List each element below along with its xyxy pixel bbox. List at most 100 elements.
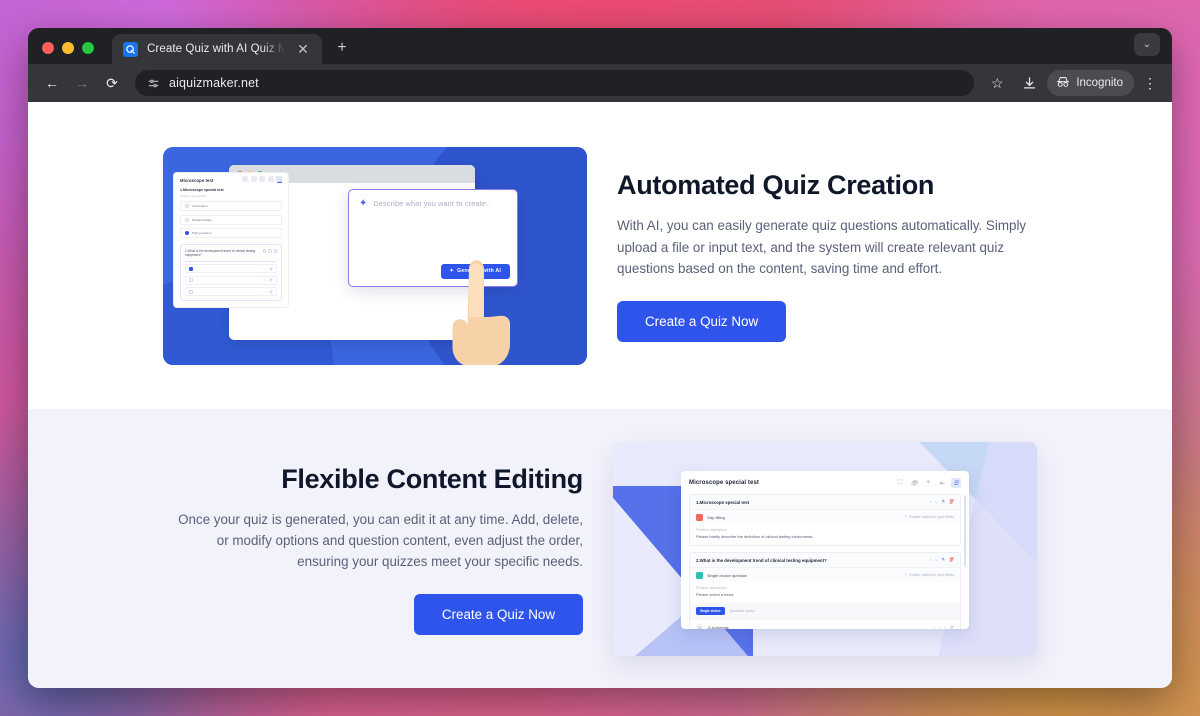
question-card: 1.Microscope special test ^ ˅ ✎ 🗑 Gap fi… [689,494,961,546]
page-content: Microscope test 1.Microscope special tes… [28,102,1172,688]
description-text: Please briefly describe the definition o… [696,534,814,539]
move-up-icon: ^ [933,625,936,629]
options-header-label: Question option [729,609,755,613]
create-quiz-button[interactable]: Create a Quiz Now [413,594,583,636]
expand-icon [242,175,248,182]
download-icon[interactable] [1015,69,1043,97]
multiline-hint: ⓘ Enable multi-line input fields [903,572,954,578]
mockup-editor-panel: Microscope test 1.Microscope special tes… [173,171,289,308]
sparkle-icon: ✦ [359,197,368,209]
minimize-window-button[interactable] [62,42,74,54]
mockup-question-sub: problem description [180,193,207,198]
create-quiz-button[interactable]: Create a Quiz Now [617,300,787,342]
move-up-icon [262,249,266,253]
delete-icon [273,249,277,253]
mockup-option-label: High precision [192,231,212,235]
question-type: Single choice question [707,572,748,578]
illustration-automated-quiz: Microscope test 1.Microscope special tes… [163,146,587,365]
mockup-option-label: Automation [192,204,208,208]
mockup-question-two-card: 2.What is the development trend of clini… [180,244,282,302]
mockup-question-two-actions [262,249,277,258]
mockup-option-row: Automation [180,201,282,211]
copy-flexible-editing: Flexible Content Editing Once your quiz … [163,463,583,636]
ai-prompt-placeholder: Describe what you want to create.. [373,199,491,208]
mockup-option-row: ^ ˅ + 🗑 [185,275,277,285]
new-tab-button[interactable]: + [333,39,351,57]
reload-button[interactable]: ⟳ [98,69,126,97]
move-down-icon: ˅ [938,625,941,629]
options-header: Single choice Question option [690,603,960,619]
mockup-option-row: ^ ˅ + 🗑 [185,287,277,297]
page-title: Flexible Content Editing [281,463,583,494]
toolbar-actions: ☆ Incognito ⋮ [983,69,1162,97]
window-traffic-lights [42,42,94,64]
browser-toolbar: ← → ⟳ aiquizmaker.net ☆ Incognito ⋮ [28,64,1172,102]
option-key-badge: A [696,624,703,629]
chevron-down-icon[interactable]: ⌄ [1134,33,1160,56]
description-label: Problem description [696,528,727,532]
tab-title: Create Quiz with AI Quiz Make [147,43,285,55]
favicon-icon [123,41,138,57]
section-automated-quiz-creation: Microscope test 1.Microscope special tes… [28,102,1172,409]
incognito-label: Incognito [1076,77,1123,89]
quiz-editor-header: Microscope special test ⛶ 👁 + ⇤ ☰ [689,478,961,488]
page-title: Automated Quiz Creation [617,170,935,201]
move-down-icon: ˅ [934,499,938,505]
single-choice-chip: Single choice [696,607,725,615]
row-actions: ^ ˅ + 🗑 [261,289,273,294]
row-actions: ^ ˅ + 🗑 [261,278,273,283]
mockup-editor-title: Microscope test [180,177,214,183]
preview-icon [250,175,257,182]
bookmark-star-icon[interactable]: ☆ [983,69,1011,97]
question-actions: ^ ˅ ✎ 🗑 [929,557,954,563]
scrollbar[interactable] [964,495,966,567]
description-label: Problem description [696,586,727,590]
back-button[interactable]: ← [38,69,66,97]
option-row: A A.Automate ^ ˅ + 🗑 [690,619,960,629]
copy-automated-quiz: Automated Quiz Creation With AI, you can… [617,169,1037,342]
question-card: 2.What is the development trend of clini… [689,552,961,629]
tab-close-icon[interactable]: ✕ [294,40,312,58]
mockup-option-row: High precision [180,228,282,238]
list-icon: ☰ [951,478,961,488]
mockup-option-label: Miniaturization [192,217,212,222]
section-flexible-content-editing: Flexible Content Editing Once your quiz … [28,409,1172,688]
add-icon [259,175,265,182]
move-down-icon: ˅ [934,557,938,563]
delete-icon: 🗑 [948,625,954,629]
checkbox-icon-selected [189,266,193,271]
option-actions: ^ ˅ + 🗑 [933,625,954,629]
checkbox-icon [189,278,193,283]
quiz-editor-toolbar: ⛶ 👁 + ⇤ ☰ [895,478,961,488]
browser-tab[interactable]: Create Quiz with AI Quiz Make ✕ [112,34,322,64]
info-icon: ⓘ [903,514,907,519]
radio-icon-selected [185,231,189,235]
browser-menu-button[interactable]: ⋮ [1138,76,1162,90]
pointing-hand-icon [452,259,510,365]
radio-icon [185,204,189,208]
address-bar-url: aiquizmaker.net [169,76,259,90]
incognito-indicator[interactable]: Incognito [1047,70,1134,96]
preview-icon: 👁 [910,480,918,487]
mockup-question-label: 1.Microscope special test [180,187,224,192]
row-actions: ^ ˅ + 🗑 [261,266,273,271]
mockup-question-two-title: 2.What is the development trend of clini… [185,249,256,258]
close-window-button[interactable] [42,42,54,54]
delete-icon: 🗑 [948,557,954,562]
move-up-icon: ^ [929,499,932,505]
quiz-editor-title: Microscope special test [689,480,759,486]
browser-window: Create Quiz with AI Quiz Make ✕ + ⌄ ← → … [28,28,1172,688]
info-icon: ⓘ [903,572,907,577]
forward-button[interactable]: → [68,69,96,97]
incognito-icon [1056,76,1070,91]
question-actions: ^ ˅ ✎ 🗑 [929,499,954,505]
add-icon: + [926,480,930,486]
address-bar[interactable]: aiquizmaker.net [135,70,975,96]
edit-pencil-icon: ✎ [941,557,945,562]
site-settings-icon[interactable] [147,77,160,90]
description-text: Please select a trend [696,592,734,597]
maximize-window-button[interactable] [82,42,94,54]
collapse-icon [267,175,274,182]
quiz-editor-mockup: Microscope special test ⛶ 👁 + ⇤ ☰ 1.Micr… [681,471,969,629]
mockup-editor-toolbar [242,175,282,182]
